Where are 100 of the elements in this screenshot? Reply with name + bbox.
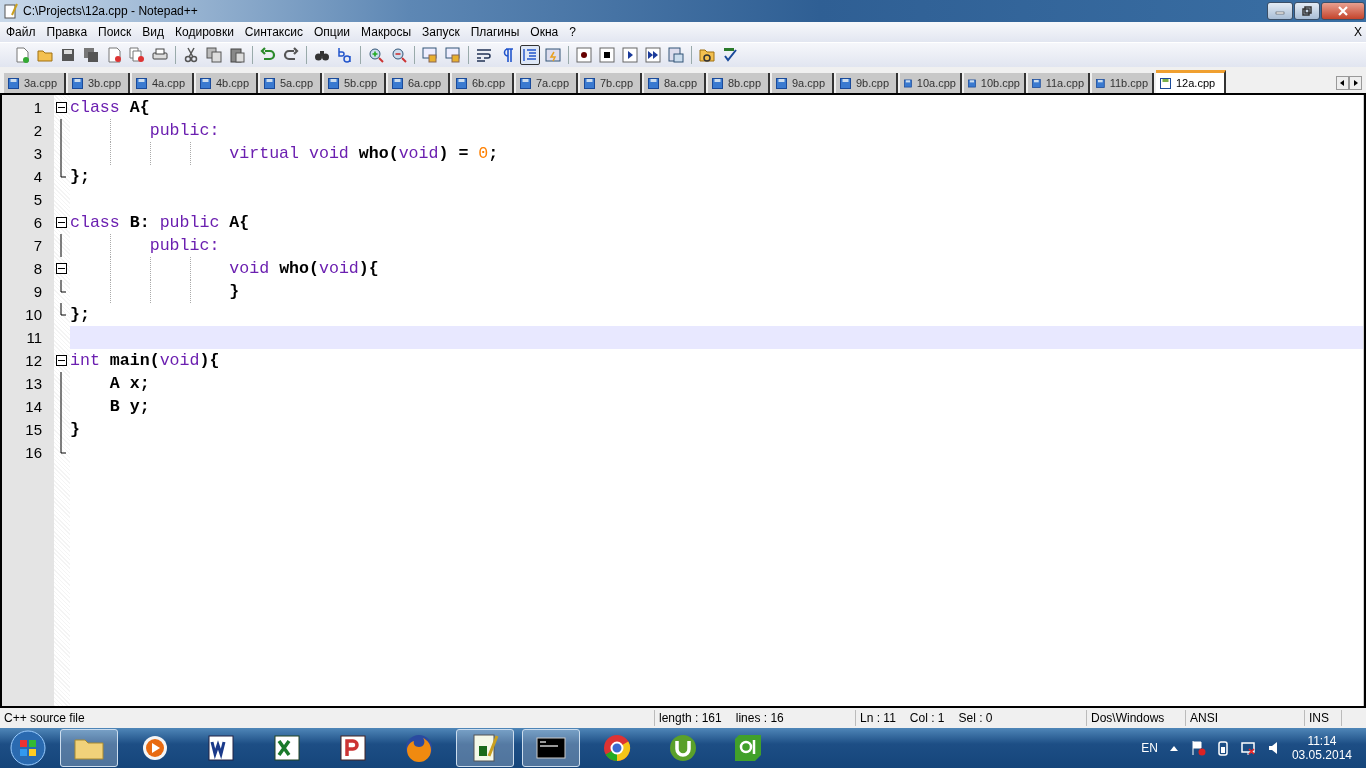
menu-item[interactable]: Опции xyxy=(313,25,358,39)
zoom-out-icon xyxy=(391,47,407,63)
toolbar-button[interactable] xyxy=(643,45,663,65)
scissors-icon xyxy=(183,47,199,63)
lines-text: lines : 16 xyxy=(735,710,784,726)
copy-icon xyxy=(206,47,222,63)
file-tab[interactable]: 11b.cpp xyxy=(1092,73,1154,93)
network-icon[interactable] xyxy=(1239,740,1256,756)
toolbar-button[interactable] xyxy=(620,45,640,65)
scroll-right-button[interactable] xyxy=(1349,76,1362,90)
line-number: 14 xyxy=(24,397,43,417)
flag-icon[interactable] xyxy=(1189,740,1206,756)
torrent-icon xyxy=(667,732,699,764)
file-tab[interactable]: 7b.cpp xyxy=(580,73,642,93)
taskbar-app-button[interactable] xyxy=(522,729,580,767)
fold-end-line xyxy=(60,165,66,178)
code-line: } xyxy=(70,280,1363,303)
menu-item[interactable]: ? xyxy=(569,25,583,39)
line-number: 6 xyxy=(32,213,43,233)
fold-end-line xyxy=(60,280,66,293)
line-ending: Dos\Windows xyxy=(1087,710,1186,726)
fold-minus-icon[interactable] xyxy=(56,217,67,228)
save-icon xyxy=(264,77,275,89)
file-tab[interactable]: 4b.cpp xyxy=(196,73,258,93)
taskbar-app-button[interactable] xyxy=(456,729,514,767)
file-tab[interactable]: 10a.cpp xyxy=(900,73,962,93)
line-number: 15 xyxy=(24,420,43,440)
clock-date[interactable]: 03.05.2014 xyxy=(1291,748,1352,762)
fold-minus-icon[interactable] xyxy=(56,355,67,366)
menu-item[interactable]: Синтаксис xyxy=(244,25,310,39)
file-tab[interactable]: 3a.cpp xyxy=(4,73,66,93)
restore-button[interactable] xyxy=(1294,2,1320,20)
file-tab[interactable]: 9a.cpp xyxy=(772,73,834,93)
toolbar-button[interactable] xyxy=(520,45,540,65)
save-icon xyxy=(60,47,76,63)
file-tab[interactable]: 9b.cpp xyxy=(836,73,898,93)
fold-minus-icon[interactable] xyxy=(56,263,67,274)
folder-icon xyxy=(699,47,715,63)
file-tab[interactable]: 12a.cpp xyxy=(1156,70,1226,93)
redo-icon xyxy=(283,47,299,63)
document-w-icon xyxy=(205,732,237,764)
file-tab[interactable]: 8a.cpp xyxy=(644,73,706,93)
scroll-left-button[interactable] xyxy=(1336,76,1349,90)
language-indicator[interactable]: EN xyxy=(1141,741,1158,755)
indent-guide-icon xyxy=(522,47,538,63)
paste-icon xyxy=(229,47,245,63)
fold-line xyxy=(60,234,62,257)
line-number: 11 xyxy=(25,328,43,348)
right-arrow-icon xyxy=(1353,80,1358,86)
menu-item[interactable]: Запуск xyxy=(422,25,467,39)
code-line: class A{ xyxy=(70,97,151,119)
play-icon xyxy=(622,47,638,63)
save-all-icon xyxy=(83,47,99,63)
file-tab[interactable]: 5a.cpp xyxy=(260,73,322,93)
file-tab[interactable]: 6a.cpp xyxy=(388,73,450,93)
save-icon xyxy=(72,77,83,89)
file-tab[interactable]: 10b.cpp xyxy=(964,73,1026,93)
caret-icon[interactable] xyxy=(1169,745,1178,751)
menu-item[interactable]: Файл xyxy=(6,25,43,39)
code-line: int main(void){ xyxy=(70,350,221,372)
speaker-icon[interactable] xyxy=(1267,740,1280,756)
new-file-icon xyxy=(14,47,30,63)
fold-minus-icon[interactable] xyxy=(56,102,67,113)
file-tab[interactable]: 7a.cpp xyxy=(516,73,578,93)
code-line: virtual void who(void) = 0; xyxy=(70,142,1363,165)
menu-item[interactable]: Кодировки xyxy=(175,25,241,39)
printer-icon xyxy=(152,47,168,63)
save-icon xyxy=(136,77,147,89)
file-tab[interactable]: 3b.cpp xyxy=(68,73,130,93)
code-line: }; xyxy=(70,166,91,188)
line-number: 12 xyxy=(24,351,43,371)
save-icon xyxy=(904,77,912,89)
file-tab[interactable]: 8b.cpp xyxy=(708,73,770,93)
close-document-button[interactable]: X xyxy=(1354,25,1362,39)
spreadsheet-x-icon xyxy=(271,732,303,764)
menu-item[interactable]: Макросы xyxy=(361,25,419,39)
file-tab[interactable]: 5b.cpp xyxy=(324,73,386,93)
menu-item[interactable]: Правка xyxy=(46,25,95,39)
word-wrap-icon xyxy=(476,47,492,63)
battery-icon[interactable] xyxy=(1217,740,1228,756)
code-line: }; xyxy=(70,304,91,326)
toolbar-button[interactable] xyxy=(574,45,594,65)
close-all-icon xyxy=(129,47,145,63)
menu-item[interactable]: Вид xyxy=(142,25,172,39)
menu-item[interactable]: Поиск xyxy=(98,25,139,39)
code-line: public: xyxy=(70,119,1363,142)
zoom-in-icon xyxy=(368,47,384,63)
menu-item[interactable]: Окна xyxy=(530,25,566,39)
menu-item[interactable]: Плагины xyxy=(470,25,527,39)
toolbar-button[interactable] xyxy=(81,45,101,65)
toolbar-button[interactable] xyxy=(597,45,617,65)
file-tab[interactable]: 4a.cpp xyxy=(132,73,194,93)
minimize-button[interactable] xyxy=(1267,2,1293,20)
line-number: 3 xyxy=(32,144,43,164)
fold-end-line xyxy=(60,441,66,454)
line-number: 10 xyxy=(24,305,43,325)
clock-time[interactable]: 11:14 xyxy=(1307,734,1337,748)
close-button[interactable] xyxy=(1321,2,1365,20)
file-tab[interactable]: 11a.cpp xyxy=(1028,73,1090,93)
file-tab[interactable]: 6b.cpp xyxy=(452,73,514,93)
